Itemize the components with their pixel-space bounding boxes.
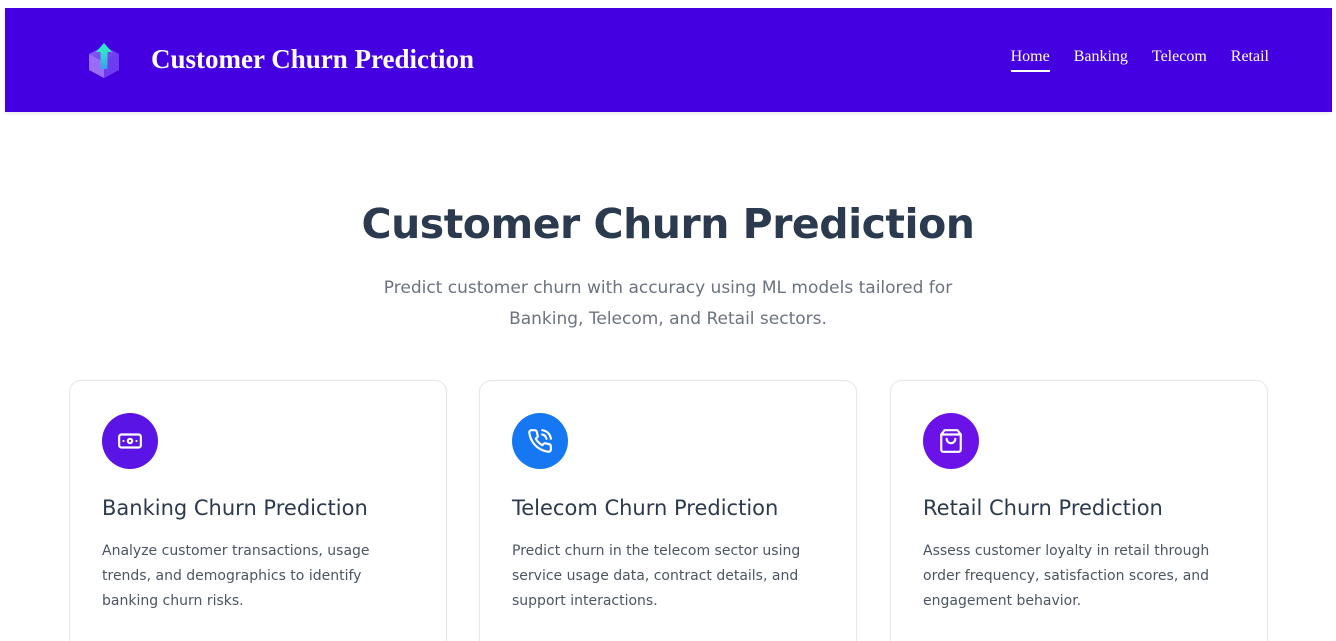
banking-card[interactable]: Banking Churn Prediction Analyze custome… — [69, 380, 447, 641]
nav-banking-link[interactable]: Banking — [1074, 48, 1128, 72]
nav-telecom-link[interactable]: Telecom — [1152, 48, 1207, 72]
card-description: Analyze customer transactions, usage tre… — [102, 543, 370, 609]
retail-card[interactable]: Retail Churn Prediction Assess customer … — [890, 380, 1268, 641]
phone-call-icon — [512, 413, 568, 469]
banknote-icon — [102, 413, 158, 469]
top-navbar: Customer Churn Prediction Home Banking T… — [5, 8, 1332, 112]
hero-subtitle: Predict customer churn with accuracy usi… — [383, 278, 953, 329]
card-title: Retail Churn Prediction — [923, 496, 1163, 520]
nav-home-link[interactable]: Home — [1010, 48, 1050, 72]
brand-title[interactable]: Customer Churn Prediction — [151, 44, 474, 75]
telecom-card[interactable]: Telecom Churn Prediction Predict churn i… — [479, 380, 857, 641]
card-description: Predict churn in the telecom sector usin… — [512, 543, 801, 609]
hero-title: Customer Churn Prediction — [361, 200, 975, 248]
card-title: Banking Churn Prediction — [102, 496, 368, 520]
nav-retail-link[interactable]: Retail — [1231, 48, 1269, 72]
main-nav: Home Banking Telecom Retail — [1010, 48, 1269, 72]
card-title: Telecom Churn Prediction — [512, 496, 779, 520]
shopping-bag-icon — [923, 413, 979, 469]
card-description: Assess customer loyalty in retail throug… — [923, 543, 1210, 609]
cube-arrow-logo-icon[interactable] — [85, 42, 123, 80]
